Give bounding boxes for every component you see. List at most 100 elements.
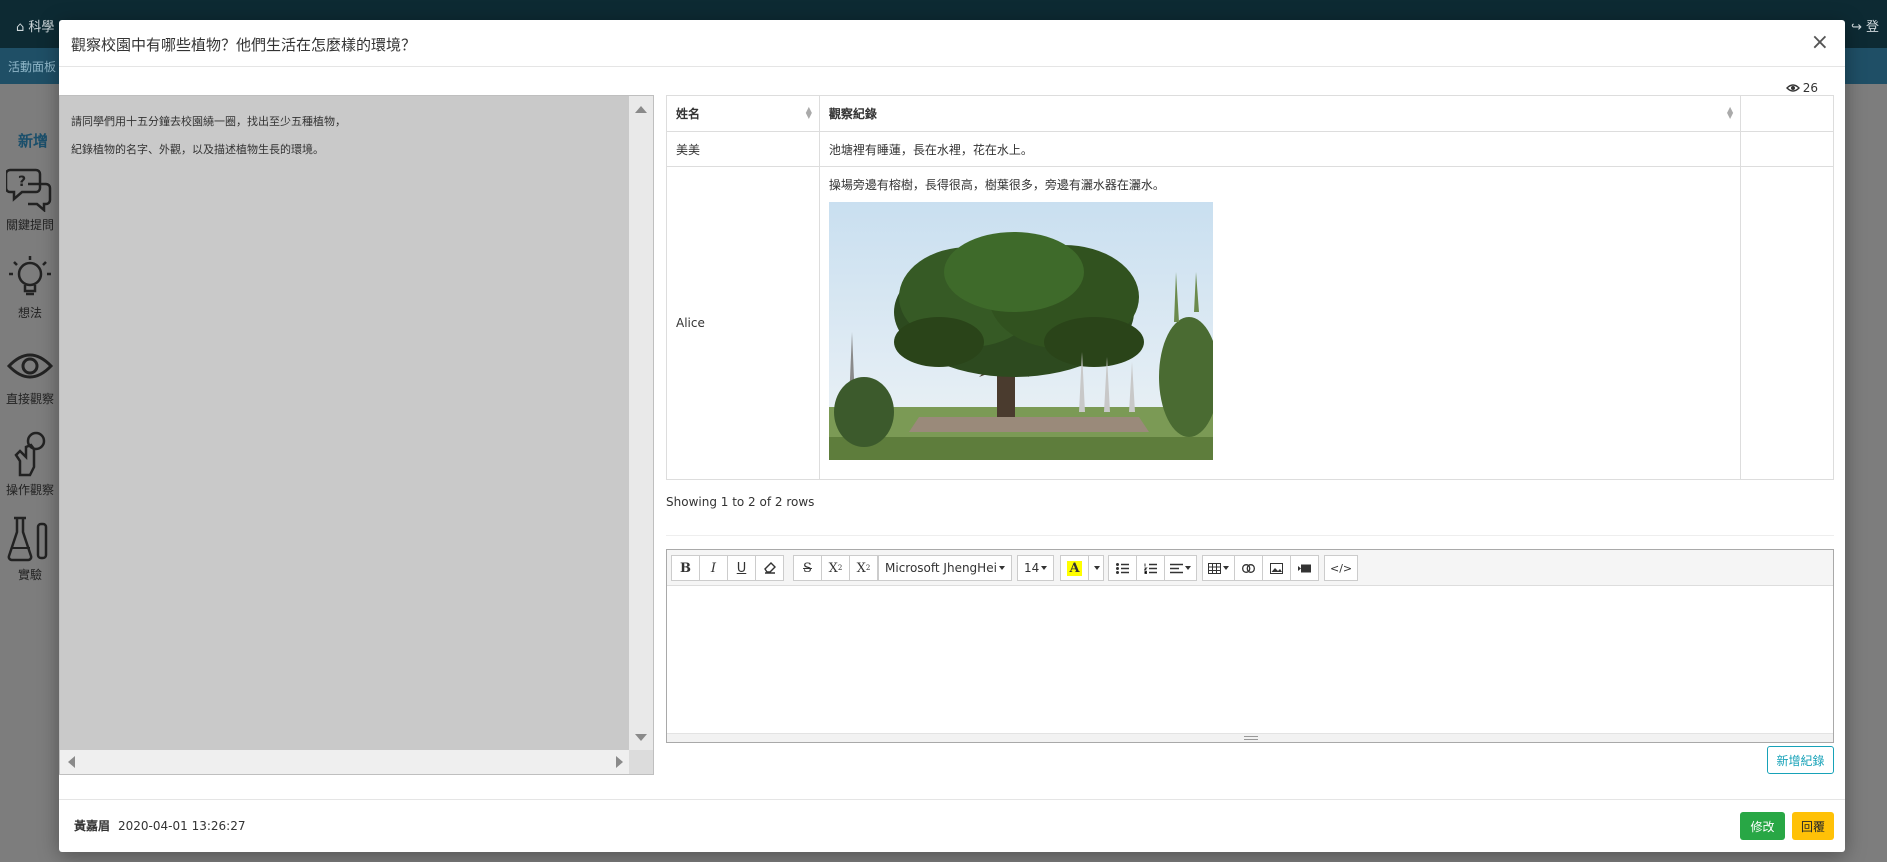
- sidebar-item-label: 直接觀察: [5, 392, 54, 406]
- pagination-info: Showing 1 to 2 of 2 rows: [666, 495, 815, 509]
- reply-button[interactable]: 回覆: [1792, 812, 1834, 840]
- text-color-button[interactable]: A: [1060, 555, 1089, 581]
- eraser-icon: [763, 562, 776, 574]
- column-header-record[interactable]: 觀察紀錄 ▲ ▼: [818, 95, 1742, 132]
- scrollbar-corner: [629, 750, 653, 774]
- link-icon: [1242, 563, 1255, 573]
- chevron-down-icon: [998, 566, 1005, 570]
- cell-record: 池塘裡有睡蓮，長在水裡，花在水上。: [818, 131, 1742, 167]
- editor-toolbar: B I U S X2 X2 Microsoft JhengHei 14 A </…: [667, 550, 1833, 586]
- login-link[interactable]: ↪ 登: [1851, 16, 1879, 35]
- instructions-pane[interactable]: 請同學們用十五分鐘去校園繞一圈，找出至少五種植物， 紀錄植物的名字、外觀，以及描…: [59, 95, 654, 775]
- underline-button[interactable]: U: [727, 555, 756, 581]
- sidebar-item-direct-observe[interactable]: 直接觀察: [0, 346, 60, 407]
- sidebar-item-label: 關鍵提問: [5, 218, 54, 232]
- instruction-line: 請同學們用十五分鐘去校園繞一圈，找出至少五種植物，: [71, 115, 346, 128]
- ordered-list-button[interactable]: [1136, 555, 1165, 581]
- svg-text:?: ?: [18, 174, 26, 190]
- sidebar-item-label: 實驗: [17, 568, 42, 582]
- column-header-label: 觀察紀錄: [828, 107, 877, 121]
- modal-header: 觀察校園中有哪些植物？他們生活在怎麼樣的環境？ ×: [59, 20, 1845, 67]
- font-size-dropdown[interactable]: 14: [1017, 555, 1055, 581]
- close-icon[interactable]: ×: [1811, 30, 1829, 55]
- flask-icon: [7, 516, 48, 562]
- video-icon: [1298, 564, 1311, 572]
- superscript-button[interactable]: X2: [821, 555, 850, 581]
- add-record-button[interactable]: 新增紀錄: [1767, 746, 1834, 774]
- bullet-list-icon: [1116, 562, 1129, 574]
- app-brand[interactable]: ⌂ 科學: [16, 16, 54, 35]
- sidebar-item-experiment[interactable]: 實驗: [0, 514, 60, 583]
- bold-button[interactable]: B: [671, 555, 700, 581]
- sidebar-new-label: 新增: [18, 132, 49, 150]
- script-button-group: S X2 X2: [793, 555, 878, 581]
- subscript-button[interactable]: X2: [849, 555, 878, 581]
- edit-button[interactable]: 修改: [1740, 812, 1785, 840]
- editor-content-area[interactable]: [667, 586, 1833, 734]
- font-name-group: Microsoft JhengHei: [878, 555, 1012, 581]
- observation-modal: 觀察校園中有哪些植物？他們生活在怎麼樣的環境？ × 26 請同學們用十五分鐘去校…: [59, 20, 1845, 852]
- divider: [666, 535, 1834, 536]
- sort-icon: ▲ ▼: [805, 105, 812, 120]
- numbered-list-icon: [1144, 563, 1157, 574]
- cell-name: 美美: [666, 131, 820, 167]
- hand-operate-icon: [14, 431, 46, 477]
- subbar-label[interactable]: 活動面板: [8, 58, 56, 75]
- view-count-value: 26: [1802, 81, 1818, 95]
- insert-image-button[interactable]: [1262, 555, 1291, 581]
- instruction-line: 紀錄植物的名字、外觀，以及描述植物生長的環境。: [71, 143, 324, 156]
- app-brand-text: 科學: [28, 20, 55, 35]
- horizontal-scrollbar[interactable]: [60, 750, 631, 774]
- strikethrough-button[interactable]: S: [793, 555, 822, 581]
- scroll-up-arrow-icon[interactable]: [635, 106, 647, 113]
- style-button-group: B I U: [671, 555, 784, 581]
- table-dropdown[interactable]: [1202, 555, 1235, 581]
- cell-name: Alice: [666, 166, 820, 480]
- image-icon: [1270, 562, 1283, 574]
- superscript-label: X: [828, 560, 838, 576]
- font-family-dropdown[interactable]: Microsoft JhengHei: [878, 555, 1012, 581]
- cell-extra: [1740, 131, 1834, 167]
- align-dropdown[interactable]: [1164, 555, 1197, 581]
- chevron-down-icon: [1094, 566, 1100, 570]
- instructions-text: 請同學們用十五分鐘去校園繞一圈，找出至少五種植物， 紀錄植物的名字、外觀，以及描…: [71, 108, 346, 164]
- italic-button[interactable]: I: [699, 555, 728, 581]
- sidebar-item-key-question[interactable]: ? 關鍵提問: [0, 164, 60, 233]
- lightbulb-icon: [9, 256, 51, 296]
- modal-footer: 黃嘉眉 2020-04-01 13:26:27 修改 回覆: [59, 799, 1845, 852]
- font-size-group: 14: [1017, 555, 1055, 581]
- code-view-button[interactable]: </>: [1324, 555, 1359, 581]
- scroll-left-arrow-icon[interactable]: [68, 756, 75, 768]
- author-name: 黃嘉眉: [74, 819, 111, 833]
- table-row: 美美 池塘裡有睡蓮，長在水裡，花在水上。: [666, 131, 1834, 167]
- align-left-icon: [1170, 563, 1183, 573]
- cell-extra: [1740, 166, 1834, 480]
- color-dropdown-toggle[interactable]: [1088, 555, 1104, 581]
- modal-title: 觀察校園中有哪些植物？他們生活在怎麼樣的環境？: [71, 36, 417, 54]
- unordered-list-button[interactable]: [1108, 555, 1137, 581]
- table-row: Alice 操場旁邊有榕樹，長得很高，樹葉很多，旁邊有灑水器在灑水。: [666, 166, 1834, 480]
- column-header-label: 姓名: [676, 107, 701, 121]
- insert-video-button[interactable]: [1290, 555, 1319, 581]
- eraser-button[interactable]: [755, 555, 784, 581]
- cell-record-text: 操場旁邊有榕樹，長得很高，樹葉很多，旁邊有灑水器在灑水。: [828, 178, 1165, 192]
- chevron-down-icon: [1041, 566, 1048, 570]
- scroll-right-arrow-icon[interactable]: [616, 756, 623, 768]
- insert-link-button[interactable]: [1234, 555, 1263, 581]
- vertical-scrollbar[interactable]: [629, 96, 653, 751]
- grip-icon: [1244, 736, 1258, 740]
- sidebar-item-label: 想法: [17, 306, 42, 320]
- editor-resize-handle[interactable]: [667, 733, 1833, 742]
- question-chat-icon: ?: [6, 168, 52, 212]
- view-group: </>: [1324, 555, 1359, 581]
- rich-text-editor: B I U S X2 X2 Microsoft JhengHei 14 A </…: [666, 549, 1834, 743]
- sidebar-item-operate-observe[interactable]: 操作觀察: [0, 429, 60, 498]
- eye-icon: [6, 353, 54, 379]
- eye-icon: [1785, 84, 1800, 92]
- sidebar-item-label: 操作觀察: [5, 483, 54, 497]
- view-count: 26: [1785, 81, 1818, 95]
- sidebar-item-idea[interactable]: 想法: [0, 254, 60, 321]
- scroll-down-arrow-icon[interactable]: [635, 734, 647, 741]
- font-size-value: 14: [1024, 561, 1040, 575]
- column-header-name[interactable]: 姓名 ▲ ▼: [666, 95, 820, 132]
